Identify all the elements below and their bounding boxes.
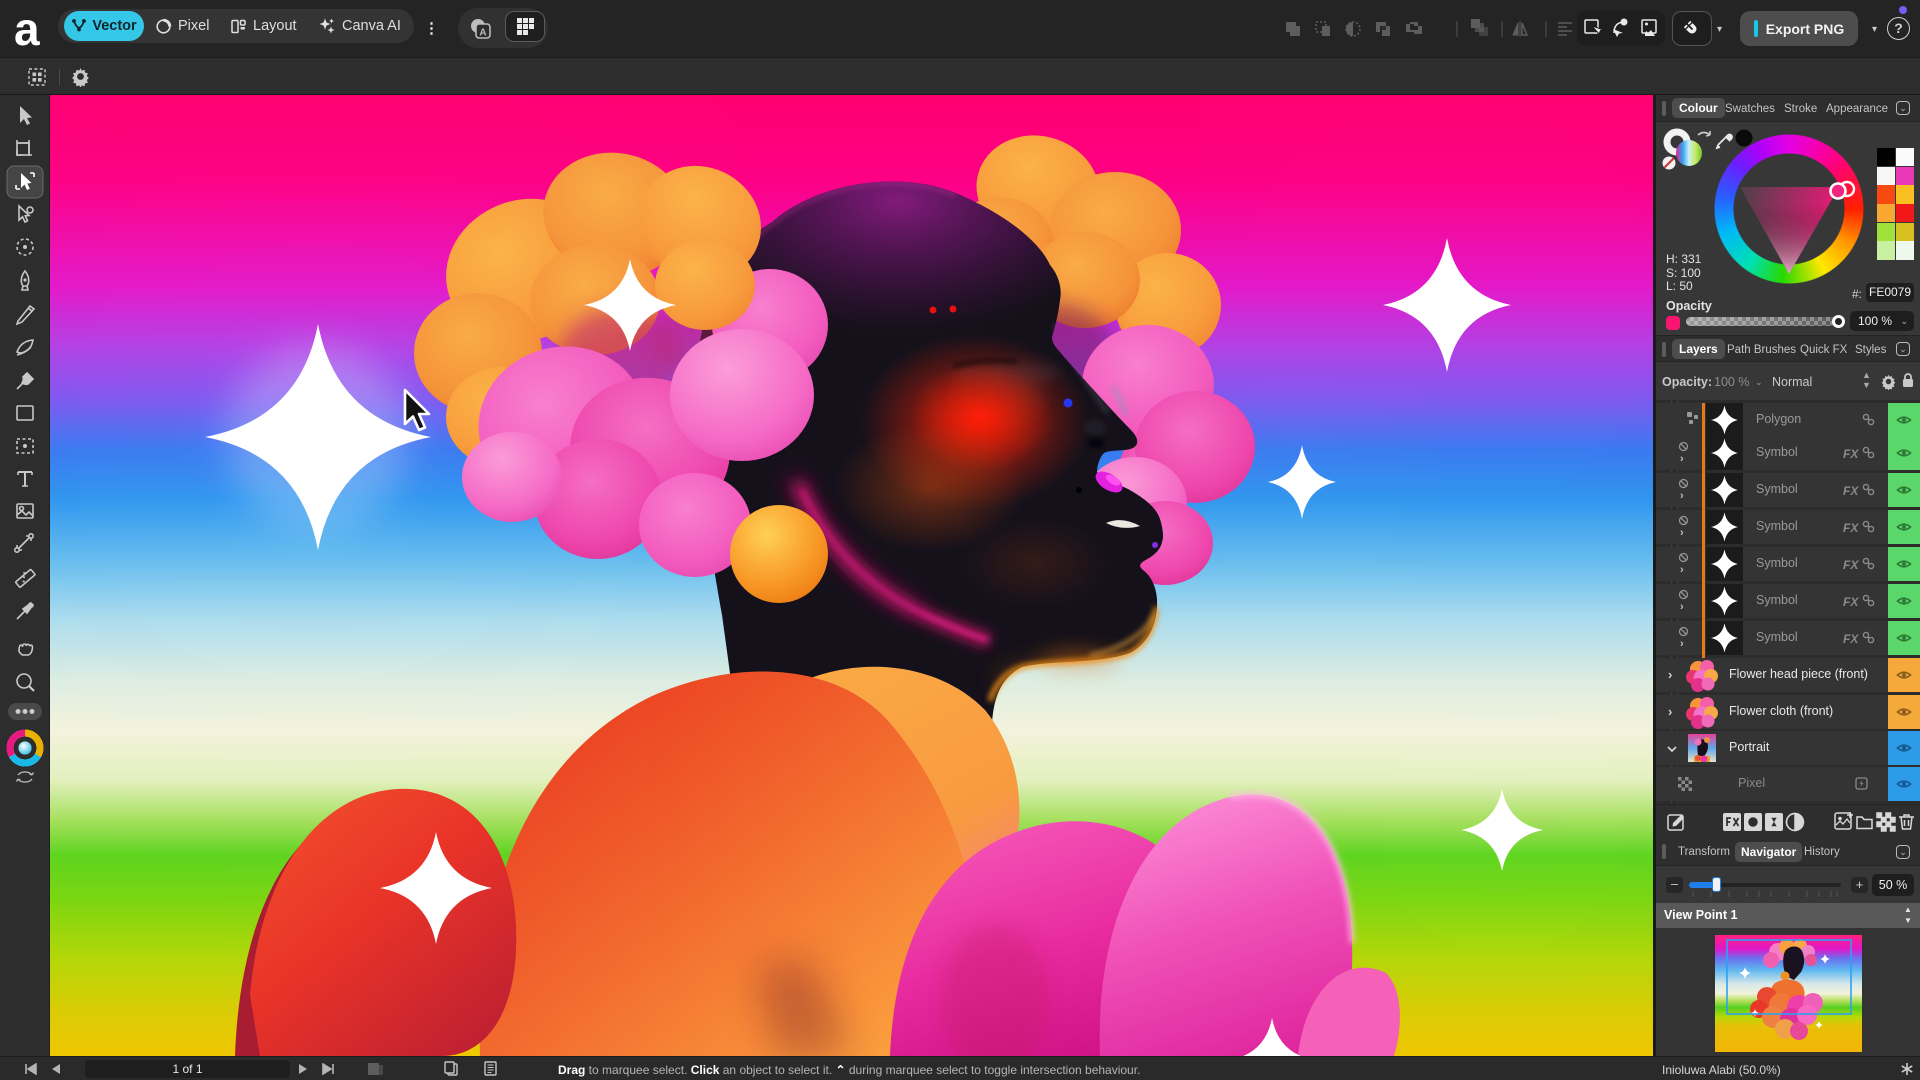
svg-text:A: A	[479, 28, 486, 39]
